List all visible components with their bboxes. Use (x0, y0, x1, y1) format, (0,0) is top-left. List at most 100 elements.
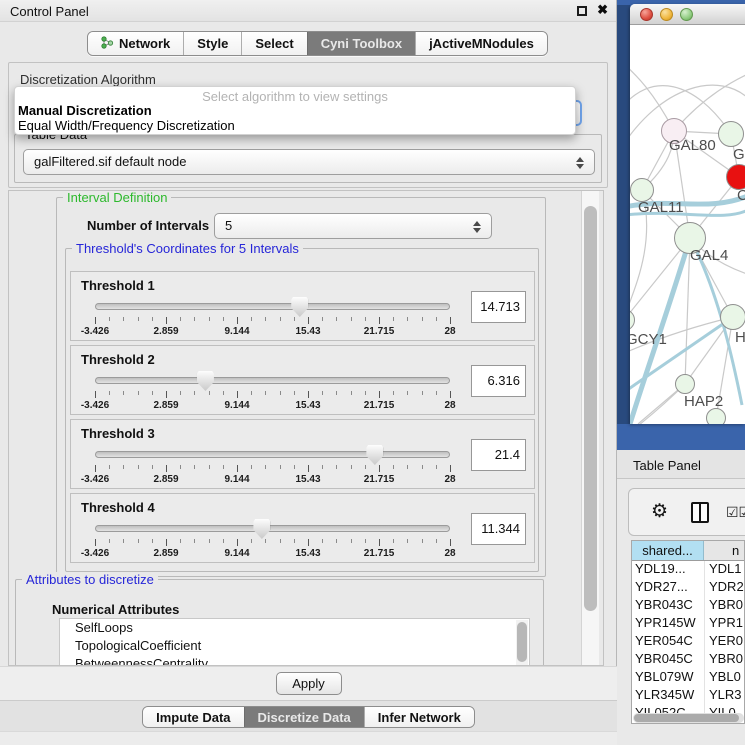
scrollbar-thumb[interactable] (634, 714, 739, 722)
algorithm-option-manual[interactable]: Manual Discretization (15, 103, 575, 118)
slider-thumb[interactable] (253, 519, 270, 539)
interval-definition-group: Interval Definition Number of Intervals … (56, 197, 546, 577)
network-view-window[interactable]: GAL80 G C GAL11 GAL4 GCY1 H HAP2 (630, 4, 745, 424)
algorithm-option-equal-width[interactable]: Equal Width/Frequency Discretization (15, 118, 575, 133)
table-row[interactable]: YER054CYER0 (632, 633, 744, 651)
attribute-item[interactable]: BetweennessCentrality (60, 655, 529, 666)
slider-thumb[interactable] (197, 371, 214, 391)
table-row[interactable]: YLR345WYLR3 (632, 687, 744, 705)
table-toolbar: ⚙ ☑☑ (628, 488, 745, 536)
network-node[interactable] (706, 408, 726, 424)
tab-cyni-toolbox[interactable]: Cyni Toolbox (307, 32, 415, 55)
attribute-item[interactable]: SelfLoops (60, 619, 529, 637)
thresholds-group: Threshold's Coordinates for 5 Intervals … (65, 248, 539, 572)
table-data-select[interactable]: galFiltered.sif default node (23, 149, 595, 175)
network-desktop: GAL80 G C GAL11 GAL4 GCY1 H HAP2 (617, 0, 745, 450)
tab-jactivemnodules[interactable]: jActiveMNodules (415, 32, 547, 55)
network-node[interactable] (720, 304, 745, 330)
table-panel-title: Table Panel (633, 458, 701, 473)
slider-thumb[interactable] (291, 297, 308, 317)
minimize-traffic-light[interactable] (660, 8, 673, 21)
panel-footer (0, 731, 617, 745)
zoom-traffic-light[interactable] (680, 8, 693, 21)
column-header-name[interactable]: n (704, 541, 744, 560)
num-intervals-label: Number of Intervals (87, 218, 209, 233)
algorithm-dropdown-popup: Select algorithm to view settings Manual… (14, 86, 576, 135)
network-node-hap2[interactable] (675, 374, 695, 394)
algorithm-prompt-option[interactable]: Select algorithm to view settings (15, 87, 575, 103)
thresholds-group-title: Threshold's Coordinates for 5 Intervals (72, 241, 303, 256)
threshold-2-slider[interactable] (95, 377, 450, 384)
slider-ticks (95, 391, 450, 399)
node-label: GAL4 (690, 247, 728, 264)
close-icon[interactable]: ✖ (597, 2, 608, 18)
num-intervals-value: 5 (225, 218, 232, 233)
tab-style[interactable]: Style (183, 32, 241, 55)
threshold-2-value-field[interactable]: 6.316 (471, 365, 526, 397)
float-window-icon[interactable] (577, 6, 587, 16)
apply-button[interactable]: Apply (276, 672, 342, 695)
settings-vertical-scrollbar[interactable] (581, 191, 599, 665)
table-data-value: galFiltered.sif default node (34, 154, 186, 169)
interval-group-title: Interval Definition (63, 190, 171, 205)
bottom-tabs: Impute Data Discretize Data Infer Networ… (142, 706, 475, 728)
node-label: C (737, 187, 745, 204)
num-intervals-select[interactable]: 5 (214, 213, 492, 239)
gear-icon[interactable]: ⚙ (651, 500, 668, 523)
tab-infer-network[interactable]: Infer Network (364, 707, 474, 727)
threshold-3-box: Threshold 3 -3.426 2.859 9.144 15.43 21.… (70, 419, 535, 489)
table-row[interactable]: YBR045CYBR0 (632, 651, 744, 669)
table-row[interactable]: YDR27...YDR2 (632, 579, 744, 597)
network-window-titlebar[interactable] (630, 4, 745, 25)
attributes-list: SelfLoops TopologicalCoefficient Between… (59, 618, 530, 666)
threshold-2-box: Threshold 2 -3.426 2.859 9.144 15.43 21.… (70, 345, 535, 415)
threshold-4-value-field[interactable]: 11.344 (471, 513, 526, 545)
close-traffic-light[interactable] (640, 8, 653, 21)
table-row[interactable]: YIL052CYIL0 (632, 705, 744, 713)
node-label: HAP2 (684, 393, 723, 410)
node-label: G (733, 146, 745, 163)
table-row[interactable]: YDL19...YDL1 (632, 561, 744, 579)
scrollbar-thumb[interactable] (517, 622, 527, 662)
slider-tick-labels: -3.426 2.859 9.144 15.43 21.715 28 (95, 548, 450, 560)
threshold-1-slider[interactable] (95, 303, 450, 310)
attributes-list-scrollbar[interactable] (516, 620, 528, 666)
tab-label: Style (197, 36, 228, 51)
threshold-4-box: Threshold 4 -3.426 2.859 9.144 15.43 21.… (70, 493, 535, 563)
attribute-item[interactable]: TopologicalCoefficient (60, 637, 529, 655)
network-canvas[interactable]: GAL80 G C GAL11 GAL4 GCY1 H HAP2 (630, 25, 745, 424)
node-label: GAL80 (669, 137, 716, 154)
settings-scroll-area: Interval Definition Number of Intervals … (8, 190, 604, 666)
tab-select[interactable]: Select (241, 32, 306, 55)
select-checkboxes-icon[interactable]: ☑☑ (726, 504, 745, 521)
right-side: GAL80 G C GAL11 GAL4 GCY1 H HAP2 Table P… (617, 0, 745, 745)
table-row[interactable]: YBL079WYBL0 (632, 669, 744, 687)
network-node[interactable] (718, 121, 744, 147)
tab-discretize-data[interactable]: Discretize Data (244, 707, 364, 727)
slider-tick-labels: -3.426 2.859 9.144 15.43 21.715 28 (95, 400, 450, 412)
threshold-3-value-field[interactable]: 21.4 (471, 439, 526, 471)
tab-impute-data[interactable]: Impute Data (143, 707, 243, 727)
table-data-group: Table Data galFiltered.sif default node (14, 134, 602, 183)
slider-thumb[interactable] (366, 445, 383, 465)
control-panel-titlebar: Control Panel ✖ (0, 0, 616, 22)
control-panel: Control Panel ✖ Network Style (0, 0, 617, 745)
tab-label: Network (119, 36, 170, 51)
scrollbar-thumb[interactable] (584, 206, 597, 611)
table-row[interactable]: YPR145WYPR1 (632, 615, 744, 633)
table-horizontal-scrollbar[interactable] (633, 713, 744, 723)
threshold-1-value-field[interactable]: 14.713 (471, 291, 526, 323)
table-header-row: shared... n (632, 541, 744, 561)
tab-label: Cyni Toolbox (321, 36, 402, 51)
tab-network[interactable]: Network (88, 32, 183, 55)
threshold-label: Threshold 2 (81, 352, 155, 367)
columns-icon[interactable] (691, 502, 709, 523)
bottom-tab-bar: Impute Data Discretize Data Infer Networ… (0, 700, 617, 731)
column-header-shared-name[interactable]: shared... (632, 541, 704, 560)
slider-ticks (95, 539, 450, 547)
table-panel-header: Table Panel (617, 450, 745, 479)
threshold-4-slider[interactable] (95, 525, 450, 532)
apply-strip: Apply (0, 666, 617, 700)
threshold-3-slider[interactable] (95, 451, 450, 458)
table-row[interactable]: YBR043CYBR0 (632, 597, 744, 615)
